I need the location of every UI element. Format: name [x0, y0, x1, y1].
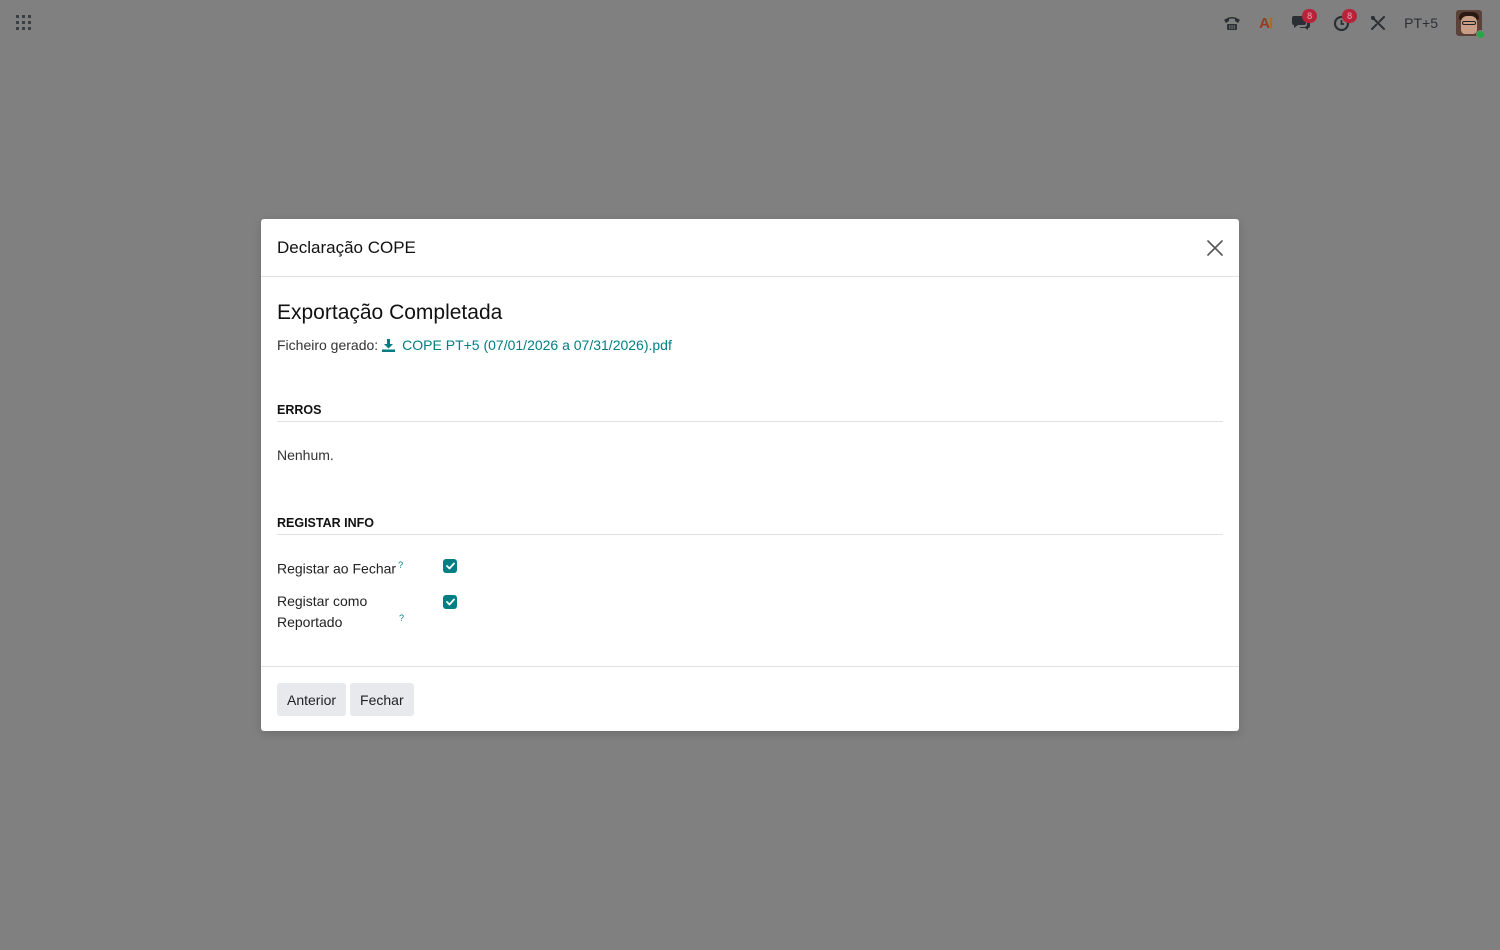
field-label: Registar ao Fechar? — [277, 555, 443, 580]
help-tooltip-icon[interactable]: ? — [399, 613, 404, 623]
close-button[interactable]: Fechar — [350, 683, 414, 716]
modal-header: Declaração COPE — [261, 219, 1239, 277]
register-as-reported-checkbox[interactable] — [443, 595, 457, 609]
debug-tools-icon[interactable] — [1370, 8, 1386, 38]
messages-badge: 8 — [1302, 9, 1318, 23]
export-title: Exportação Completada — [277, 301, 503, 324]
previous-button[interactable]: Anterior — [277, 683, 347, 716]
checkmark-icon — [445, 562, 455, 570]
generated-file-line: Ficheiro gerado: COPE PT+5 (07/01/2026 a… — [277, 337, 672, 353]
checkmark-icon — [445, 598, 455, 606]
company-switcher[interactable]: PT+5 — [1404, 8, 1438, 38]
messages-menu[interactable]: 8 — [1290, 8, 1318, 38]
file-label: Ficheiro gerado: — [277, 337, 379, 353]
errors-text: Nenhum. — [277, 447, 334, 463]
ai-letter-a: A — [1259, 14, 1270, 32]
download-file-link[interactable]: COPE PT+5 (07/01/2026 a 07/31/2026).pdf — [382, 337, 672, 353]
help-tooltip-icon[interactable]: ? — [398, 560, 403, 570]
modal-footer: Anterior Fechar — [261, 666, 1239, 731]
activities-menu[interactable]: 8 — [1330, 8, 1358, 38]
user-avatar[interactable] — [1456, 10, 1485, 39]
close-icon[interactable] — [1205, 238, 1225, 258]
download-icon — [382, 338, 396, 352]
file-name: COPE PT+5 (07/01/2026 a 07/31/2026).pdf — [402, 337, 672, 353]
register-as-reported-field: Registar como Reportado? — [277, 591, 457, 633]
register-info-section-title: REGISTAR INFO — [277, 516, 1223, 535]
presence-status-icon — [1476, 30, 1485, 39]
register-on-close-field: Registar ao Fechar? — [277, 555, 457, 580]
register-on-close-checkbox[interactable] — [443, 559, 457, 573]
apps-grid-icon[interactable] — [16, 15, 31, 30]
activities-badge: 8 — [1342, 9, 1358, 23]
modal-title: Declaração COPE — [277, 237, 416, 257]
modal-body: Exportação Completada Ficheiro gerado: C… — [261, 277, 1239, 666]
register-on-close-label: Registar ao Fechar — [277, 560, 397, 577]
top-navbar: AI 8 8 PT+5 — [0, 0, 1500, 46]
register-as-reported-label: Registar como Reportado — [277, 593, 368, 630]
field-label: Registar como Reportado? — [277, 591, 443, 633]
phone-icon[interactable] — [1223, 8, 1241, 38]
ai-assistant-icon[interactable]: AI — [1259, 8, 1273, 38]
systray: AI 8 8 PT+5 — [1205, 8, 1485, 39]
cope-declaration-dialog: Declaração COPE Exportação Completada Fi… — [261, 219, 1239, 731]
ai-letter-i: I — [1268, 14, 1273, 32]
errors-section-title: ERROS — [277, 403, 1223, 422]
